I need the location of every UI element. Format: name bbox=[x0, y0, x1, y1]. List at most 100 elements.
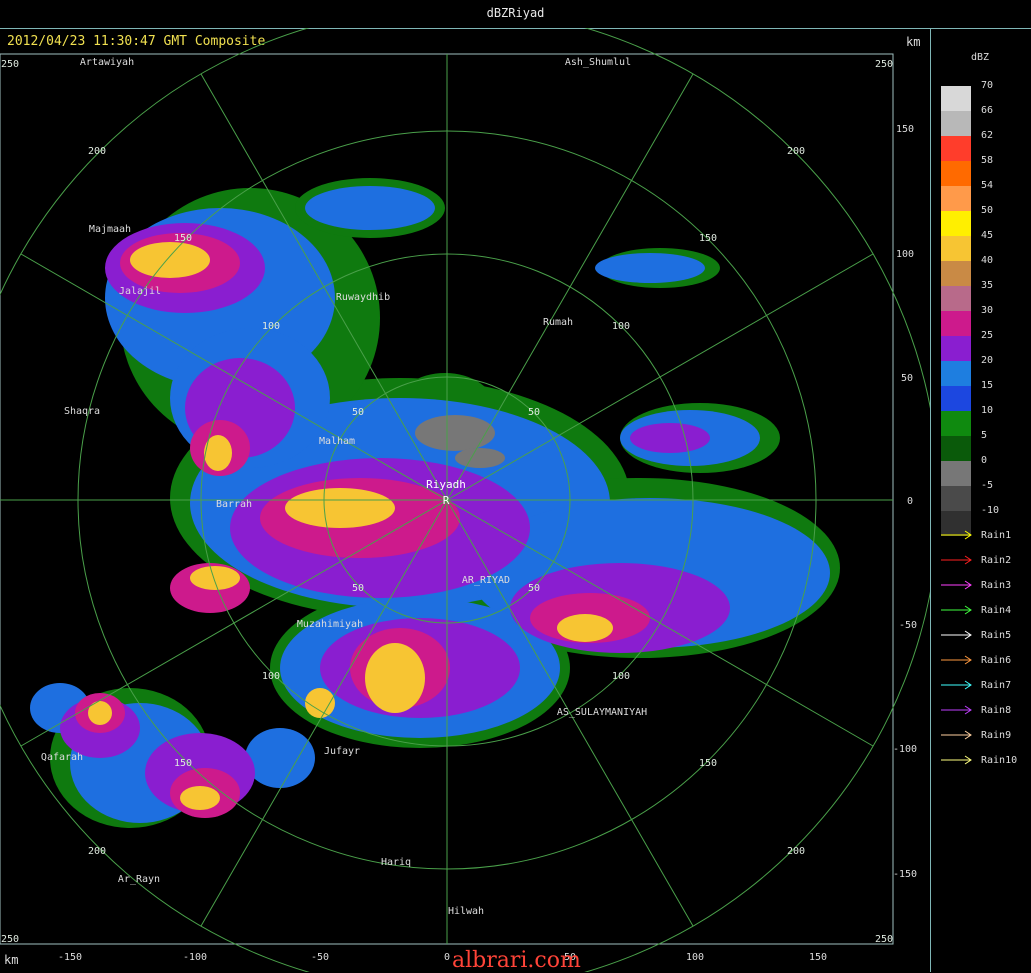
legend-scale-label: 45 bbox=[981, 230, 994, 241]
city-label-ruwaydhib: Ruwaydhib bbox=[336, 292, 390, 303]
legend-swatch bbox=[941, 336, 971, 361]
track-legend-row: Rain7 bbox=[941, 678, 1031, 696]
y-axis: 150 100 50 0 -50 -100 -150 bbox=[893, 124, 917, 880]
track-legend-row: Rain9 bbox=[941, 728, 1031, 746]
legend-scale-label: 30 bbox=[981, 305, 994, 316]
track-legend-label: Rain7 bbox=[981, 680, 1012, 691]
ring-label-100: 100 bbox=[612, 671, 630, 682]
city-label-hariq: Hariq bbox=[381, 857, 411, 868]
y-tick-label: -150 bbox=[893, 869, 917, 880]
track-legend-label: Rain10 bbox=[981, 755, 1018, 766]
title-bar: dBZRiyad bbox=[0, 0, 1031, 29]
x-axis: -150 -100 -50 0 50 100 150 bbox=[58, 952, 827, 963]
x-tick-label: -150 bbox=[58, 952, 82, 963]
legend-scale-label: 66 bbox=[981, 105, 994, 116]
track-legend-row: Rain2 bbox=[941, 553, 1031, 571]
radar-marker: R bbox=[443, 494, 450, 507]
track-legend-label: Rain3 bbox=[981, 580, 1012, 591]
legend-scale-label: 58 bbox=[981, 155, 994, 166]
legend-scale-label: 20 bbox=[981, 355, 994, 366]
arrow-icon bbox=[941, 730, 972, 740]
legend-swatch bbox=[941, 286, 971, 311]
track-legend-label: Rain5 bbox=[981, 630, 1012, 641]
legend-swatch bbox=[941, 261, 971, 286]
city-label-ash-shumlul: Ash_Shumlul bbox=[565, 57, 631, 68]
legend-scale-label: -10 bbox=[981, 505, 1000, 516]
x-tick-label: -50 bbox=[311, 952, 329, 963]
legend-scale-label: 0 bbox=[981, 455, 988, 466]
ring-label-50: 50 bbox=[528, 407, 540, 418]
y-tick-label: 150 bbox=[896, 124, 914, 135]
legend-scale-label: 15 bbox=[981, 380, 994, 391]
legend-scale-label: 50 bbox=[981, 205, 994, 216]
city-label-rumah: Rumah bbox=[543, 317, 573, 328]
city-label-artawiyah: Artawiyah bbox=[80, 57, 134, 68]
legend-scale-label: 62 bbox=[981, 130, 994, 141]
legend-scale-label: 25 bbox=[981, 330, 994, 341]
ring-label-150: 150 bbox=[174, 233, 192, 244]
legend-swatch bbox=[941, 86, 971, 111]
legend-swatch bbox=[941, 436, 971, 461]
y-tick-label: 100 bbox=[896, 249, 914, 260]
ring-label-150: 150 bbox=[174, 758, 192, 769]
city-label-muzahimiyah: Muzahimiyah bbox=[297, 619, 363, 630]
corner-label: 250 bbox=[875, 59, 893, 70]
legend-swatch bbox=[941, 486, 971, 511]
track-legend-label: Rain2 bbox=[981, 555, 1012, 566]
track-legend-row: Rain3 bbox=[941, 578, 1031, 596]
city-label-majmaah: Majmaah bbox=[89, 224, 131, 235]
legend-scale-label: 5 bbox=[981, 430, 988, 441]
ring-label-150: 150 bbox=[699, 233, 717, 244]
legend-swatch bbox=[941, 186, 971, 211]
legend-swatch bbox=[941, 361, 971, 386]
arrow-icon bbox=[941, 605, 972, 615]
x-tick-label: 150 bbox=[809, 952, 827, 963]
window-title: dBZRiyad bbox=[486, 6, 545, 20]
track-legend-label: Rain4 bbox=[981, 605, 1012, 616]
track-legend-row: Rain5 bbox=[941, 628, 1031, 646]
track-legend-row: Rain1 bbox=[941, 528, 1031, 546]
legend-swatch bbox=[941, 161, 971, 186]
legend-scale-label: -5 bbox=[981, 480, 994, 491]
y-tick-label: 0 bbox=[907, 496, 913, 507]
ring-label-50: 50 bbox=[528, 583, 540, 594]
legend-scale-label: 70 bbox=[981, 80, 994, 91]
y-tick-label: 50 bbox=[901, 373, 913, 384]
arrow-icon bbox=[941, 755, 972, 765]
city-label-qafarah: Qafarah bbox=[41, 752, 83, 763]
legend-swatch bbox=[941, 236, 971, 261]
ring-label-50: 50 bbox=[352, 407, 364, 418]
ring-label-100: 100 bbox=[262, 321, 280, 332]
track-legend-row: Rain6 bbox=[941, 653, 1031, 671]
ring-label-150: 150 bbox=[699, 758, 717, 769]
city-label-ar-riyad: AR_RIYAD bbox=[462, 575, 510, 586]
arrow-icon bbox=[941, 655, 972, 665]
ring-label-50: 50 bbox=[352, 583, 364, 594]
city-label-malham: Malham bbox=[319, 436, 355, 447]
arrow-icon bbox=[941, 680, 972, 690]
legend-swatch bbox=[941, 136, 971, 161]
corner-label: 250 bbox=[1, 59, 19, 70]
legend-scale-label: 10 bbox=[981, 405, 994, 416]
ring-label-200: 200 bbox=[787, 146, 805, 157]
legend-scale-label: 35 bbox=[981, 280, 994, 291]
arrow-icon bbox=[941, 580, 972, 590]
track-legend-label: Rain8 bbox=[981, 705, 1012, 716]
legend-swatch bbox=[941, 461, 971, 486]
x-tick-label: -100 bbox=[183, 952, 207, 963]
ring-label-100: 100 bbox=[262, 671, 280, 682]
legend-swatch bbox=[941, 386, 971, 411]
track-legend-row: Rain4 bbox=[941, 603, 1031, 621]
x-tick-label: 100 bbox=[686, 952, 704, 963]
city-label-jufayr: Jufayr bbox=[324, 746, 360, 757]
legend-scale-label: 40 bbox=[981, 255, 994, 266]
ring-label-200: 200 bbox=[787, 846, 805, 857]
legend-scale-label: 54 bbox=[981, 180, 994, 191]
legend-swatch bbox=[941, 311, 971, 336]
city-label-jalajil: Jalajil bbox=[119, 286, 161, 297]
legend-unit: dBZ bbox=[971, 52, 990, 63]
arrow-icon bbox=[941, 530, 972, 540]
radar-name: Riyadh bbox=[426, 478, 466, 491]
ring-label-200: 200 bbox=[88, 146, 106, 157]
arrow-icon bbox=[941, 705, 972, 715]
